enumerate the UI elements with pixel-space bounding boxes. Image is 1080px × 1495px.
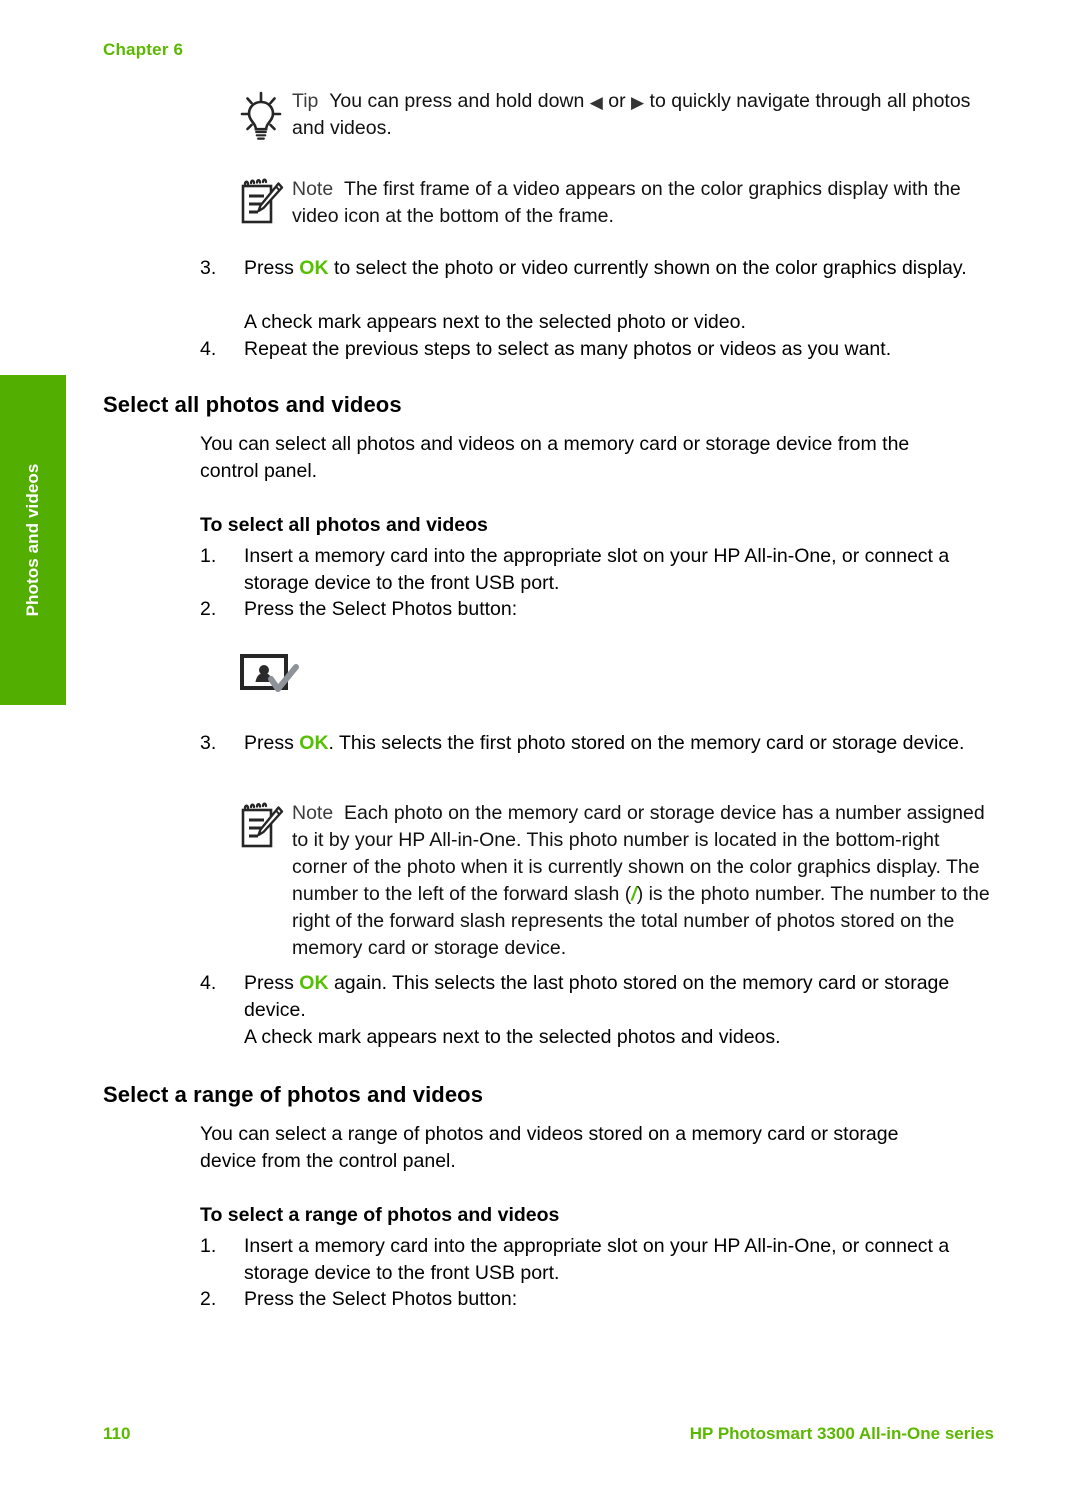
note-2-text: Note Each photo on the memory card or st… bbox=[292, 800, 998, 962]
section-all-intro: You can select all photos and videos on … bbox=[200, 433, 910, 482]
list-item-number: 3. bbox=[200, 732, 217, 754]
list-item-text: Insert a memory card into the appropriat… bbox=[244, 545, 950, 594]
list-item-number: 4. bbox=[200, 972, 217, 994]
list-item-number: 2. bbox=[200, 1288, 217, 1310]
notepad-pencil-icon bbox=[238, 800, 292, 857]
tip-admonition: Tip You can press and hold down ◀ or ▶ t… bbox=[238, 88, 998, 147]
chapter-label: Chapter 6 bbox=[103, 40, 184, 59]
step-text-before: Press bbox=[244, 972, 294, 994]
note-admonition-1: Note The first frame of a video appears … bbox=[238, 176, 998, 233]
note-2-keyword: Note bbox=[292, 802, 334, 824]
ok-keyword: OK bbox=[299, 732, 329, 754]
step4-followup-text: A check mark appears next to the selecte… bbox=[244, 1026, 781, 1048]
list-item-text: Insert a memory card into the appropriat… bbox=[244, 1235, 950, 1284]
footer-product-title: HP Photosmart 3300 All-in-One series bbox=[689, 1424, 994, 1443]
list-item: 1. Insert a memory card into the appropr… bbox=[200, 1233, 1000, 1287]
ok-keyword: OK bbox=[299, 972, 329, 994]
step-text-before: Press bbox=[244, 732, 294, 754]
tip-text-before: You can press and hold down bbox=[329, 90, 585, 112]
list-item-text: Press OK to select the photo or video cu… bbox=[244, 255, 967, 282]
list-item-text: Press the Select Photos button: bbox=[244, 598, 518, 620]
section-heading-range: Select a range of photos and videos bbox=[103, 1082, 484, 1107]
list-item: 2. Press the Select Photos button: bbox=[200, 596, 1000, 623]
step-followup-text: A check mark appears next to the selecte… bbox=[244, 311, 746, 333]
arrow-right-icon: ▶ bbox=[631, 93, 645, 112]
list-item-number: 3. bbox=[200, 257, 217, 279]
list-item: 3. Press OK to select the photo or video… bbox=[200, 255, 1000, 282]
side-tab-label: Photos and videos bbox=[23, 463, 42, 617]
list-item-text: Repeat the previous steps to select as m… bbox=[244, 338, 892, 360]
tip-text: Tip You can press and hold down ◀ or ▶ t… bbox=[292, 88, 998, 142]
tip-text-middle: or bbox=[608, 90, 626, 112]
list-item-number: 4. bbox=[200, 338, 217, 360]
note-admonition-2: Note Each photo on the memory card or st… bbox=[238, 800, 998, 962]
lightbulb-icon bbox=[238, 88, 292, 147]
list-item: 4. Repeat the previous steps to select a… bbox=[200, 336, 1000, 363]
list-item-text: Press OK again. This selects the last ph… bbox=[244, 970, 1000, 1024]
section-heading-all: Select all photos and videos bbox=[103, 392, 402, 417]
list-item: 3. Press OK. This selects the first phot… bbox=[200, 730, 1000, 757]
list-item-number: 1. bbox=[200, 1235, 217, 1257]
list-item: 1. Insert a memory card into the appropr… bbox=[200, 543, 1000, 597]
list-item-number: 2. bbox=[200, 598, 217, 620]
note-1-text: Note The first frame of a video appears … bbox=[292, 176, 998, 230]
select-photos-button-icon bbox=[240, 653, 302, 704]
tip-keyword: Tip bbox=[292, 90, 319, 112]
side-tab: Photos and videos bbox=[0, 375, 66, 705]
ok-keyword: OK bbox=[299, 257, 329, 279]
notepad-pencil-icon bbox=[238, 176, 292, 233]
subheading-all: To select all photos and videos bbox=[200, 514, 488, 536]
step-text-after: to select the photo or video currently s… bbox=[333, 257, 967, 279]
subheading-range: To select a range of photos and videos bbox=[200, 1204, 560, 1226]
document-page: Chapter 6 Photos and videos Tip You can … bbox=[0, 0, 1080, 1495]
step-text-after: again. This selects the last photo store… bbox=[244, 972, 950, 1021]
list-item-text: Press OK. This selects the first photo s… bbox=[244, 730, 964, 757]
footer-page-number: 110 bbox=[103, 1424, 131, 1443]
note-1-body: The first frame of a video appears on th… bbox=[292, 178, 961, 227]
section-range-intro: You can select a range of photos and vid… bbox=[200, 1123, 899, 1172]
list-item-number: 1. bbox=[200, 545, 217, 567]
note-1-keyword: Note bbox=[292, 178, 334, 200]
list-item: 2. Press the Select Photos button: bbox=[200, 1286, 1000, 1313]
list-item-text: Press the Select Photos button: bbox=[244, 1288, 518, 1310]
arrow-left-icon: ◀ bbox=[589, 93, 603, 112]
list-item: 4. Press OK again. This selects the last… bbox=[200, 970, 1000, 1024]
step-text-after: . This selects the first photo stored on… bbox=[328, 732, 965, 754]
step-text-before: Press bbox=[244, 257, 294, 279]
